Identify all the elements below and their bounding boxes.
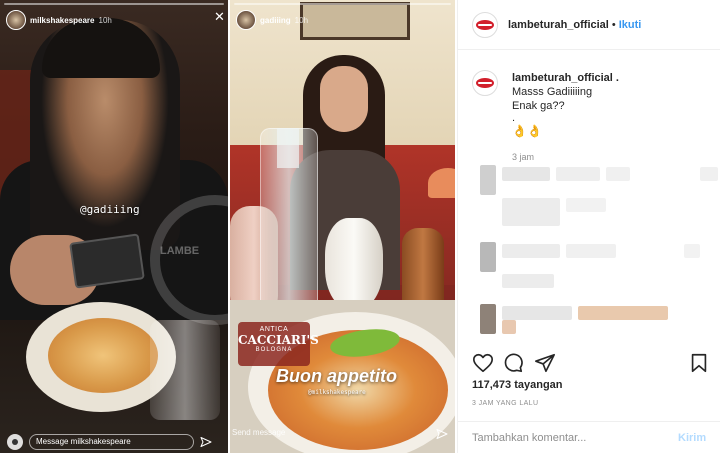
lips-logo-icon xyxy=(476,78,494,88)
caption-emoji: 👌👌 xyxy=(512,124,542,138)
send-icon[interactable] xyxy=(436,428,448,440)
blurred-text xyxy=(502,244,560,258)
send-comment-button[interactable]: Kirim xyxy=(678,432,706,444)
avatar[interactable] xyxy=(6,10,26,30)
bottle-neck xyxy=(277,128,299,168)
caption-suffix: . xyxy=(615,72,619,84)
blurred-text xyxy=(556,167,600,181)
views-count[interactable]: 117,473 tayangan xyxy=(472,379,563,391)
avatar[interactable] xyxy=(236,10,256,30)
restaurant-card: ANTICA CACCIARI'S BOLOGNA xyxy=(238,322,319,366)
woman-face xyxy=(320,66,368,132)
restaurant-card-line-3: BOLOGNA xyxy=(255,347,293,353)
comment-input[interactable]: Tambahkan komentar... xyxy=(472,432,662,444)
bookmark-icon[interactable] xyxy=(688,352,710,374)
story-time: 10h xyxy=(294,15,309,25)
blurred-avatar xyxy=(480,165,496,195)
blurred-text xyxy=(502,167,550,181)
caption-line-3: . xyxy=(512,112,516,124)
blurred-text xyxy=(566,244,616,258)
caption-username-link[interactable]: lambeturah_official xyxy=(512,72,613,84)
message-input[interactable]: Message milkshakespeare xyxy=(29,433,194,450)
story-progress-bar xyxy=(234,3,451,5)
blurred-text xyxy=(502,306,572,320)
message-input[interactable]: Send message xyxy=(232,428,285,437)
phone-in-hand xyxy=(69,233,145,289)
send-icon[interactable] xyxy=(200,436,212,448)
story-header: milkshakespeare 10h xyxy=(6,10,112,30)
blurred-text xyxy=(502,274,554,288)
story-message-bar: Message milkshakespeare xyxy=(0,430,228,453)
comment-icon[interactable] xyxy=(502,352,524,374)
blurred-text xyxy=(566,198,606,212)
comment-bar: Tambahkan komentar... Kirim xyxy=(458,421,720,453)
blurred-avatar xyxy=(480,242,496,272)
blurred-comment xyxy=(480,320,516,334)
story-mid-panel: ANTICA CACCIARI'S BOLOGNA gadiiing 10h B… xyxy=(230,0,455,453)
blurred-text xyxy=(606,167,630,181)
post-panel: lambeturah_official • Ikuti lambeturah_o… xyxy=(457,0,720,453)
pasta-food xyxy=(48,318,158,393)
story-left-panel: LAMBE milkshakespeare 10h ✕ @gadiiing Me… xyxy=(0,0,228,453)
blurred-text xyxy=(502,320,516,334)
watermark-text: LAMBE xyxy=(160,245,200,257)
heart-icon[interactable] xyxy=(472,352,494,374)
story-progress-bar xyxy=(4,3,224,5)
overlay-mention[interactable]: @milkshakespeare xyxy=(308,389,366,396)
story-username[interactable]: milkshakespeare xyxy=(30,16,95,25)
close-icon[interactable]: ✕ xyxy=(214,10,225,23)
blurred-comment xyxy=(480,274,554,288)
blurred-text xyxy=(578,306,668,320)
mention-sticker[interactable]: @gadiiing xyxy=(80,203,140,216)
water-glass xyxy=(150,320,220,420)
overlay-title: Buon appetito xyxy=(276,366,397,386)
post-header: lambeturah_official • Ikuti xyxy=(458,0,720,50)
caption-username: lambeturah_official . xyxy=(512,72,619,84)
caption-line-1: Masss Gadiiiiing xyxy=(512,86,593,98)
blurred-comment xyxy=(480,165,718,195)
restaurant-card-line-1: ANTICA xyxy=(259,326,289,333)
camera-icon[interactable] xyxy=(7,433,23,450)
header-username[interactable]: lambeturah_official xyxy=(508,19,609,31)
restaurant-card-line-2: CACCIARI'S xyxy=(238,333,319,347)
posted-time[interactable]: 3 JAM YANG LALU xyxy=(472,400,538,407)
white-vase xyxy=(325,218,383,310)
blurred-text xyxy=(502,198,560,226)
share-icon[interactable] xyxy=(534,352,556,374)
dot-separator: • xyxy=(611,18,616,31)
follow-button[interactable]: Ikuti xyxy=(619,19,642,31)
blurred-text xyxy=(700,167,718,181)
avatar[interactable] xyxy=(472,70,498,96)
blurred-comment xyxy=(480,198,606,226)
blurred-text xyxy=(684,244,700,258)
caption-time[interactable]: 3 jam xyxy=(512,152,534,162)
action-bar xyxy=(458,352,720,376)
caption-line-2: Enak ga?? xyxy=(512,100,565,112)
avatar[interactable] xyxy=(472,11,498,38)
table-lamp xyxy=(428,168,455,198)
lips-logo-icon xyxy=(476,19,494,30)
story-header: gadiiing 10h xyxy=(236,10,308,30)
story-username[interactable]: gadiiing xyxy=(260,16,291,25)
blurred-comment xyxy=(480,242,700,272)
wall-frame xyxy=(300,2,410,40)
story-time: 10h xyxy=(98,15,112,25)
